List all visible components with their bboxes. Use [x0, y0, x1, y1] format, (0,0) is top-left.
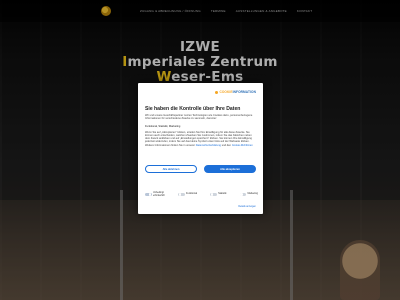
decline-all-button[interactable]: Alle ablehnen	[145, 165, 197, 173]
toggle-label: Funktional	[186, 192, 198, 196]
cookie-icon	[215, 90, 219, 94]
accept-all-button[interactable]: Alle akzeptieren	[204, 165, 256, 173]
brand-text: COOKIEINFORMATION	[219, 90, 256, 94]
dialog-title: Sie haben die Kontrolle über Ihre Daten	[145, 106, 241, 112]
details-link[interactable]: Details anzeigen	[238, 205, 256, 208]
toggle-necessary: Unbedingt erforderlich	[145, 191, 165, 197]
toggle-knob	[178, 193, 182, 196]
toggle-label: Unbedingt erforderlich	[153, 191, 165, 197]
toggle-label: Marketing	[247, 192, 259, 196]
toggle-switch[interactable]	[178, 192, 185, 197]
toggle-label: Statistik	[218, 192, 227, 196]
consent-text-end: und den	[221, 143, 232, 147]
intro-text: Wir und unsere Geschäftspartner nutzen T…	[145, 114, 253, 121]
brand-text-part1: COOKIE	[219, 90, 233, 94]
privacy-link[interactable]: Datenschutzerklärung	[196, 144, 221, 147]
cookie-consent-dialog: COOKIEINFORMATION Sie haben die Kontroll…	[138, 83, 263, 214]
cookie-policy-link[interactable]: Cookie-Richtlinien	[232, 144, 253, 147]
cookie-brand: COOKIEINFORMATION	[215, 90, 256, 94]
consent-text: Wenn Sie auf „Akzeptieren" klicken, erte…	[145, 131, 256, 147]
toggle-marketing: Marketing	[239, 192, 259, 197]
toggle-knob	[240, 193, 243, 196]
purposes-text: Funktional, Statistik, Marketing	[145, 125, 181, 128]
toggle-switch[interactable]	[145, 192, 152, 197]
consent-toggles: Unbedingt erforderlich Funktional Statis…	[145, 191, 259, 197]
brand-text-part2: INFORMATION	[232, 90, 256, 94]
toggle-knob	[210, 193, 214, 196]
toggle-switch[interactable]	[210, 192, 217, 197]
toggle-switch[interactable]	[239, 192, 246, 197]
toggle-knob	[148, 193, 151, 196]
toggle-functional: Funktional	[178, 193, 197, 197]
toggle-statistics: Statistik	[210, 193, 226, 197]
